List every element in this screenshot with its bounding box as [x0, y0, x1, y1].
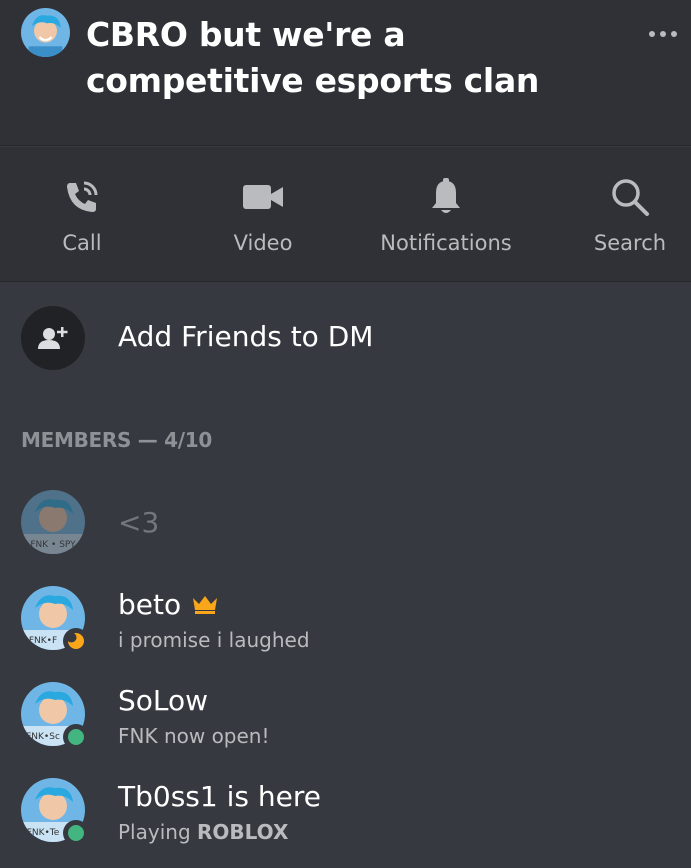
crown-icon	[191, 588, 219, 621]
online-status-indicator	[63, 724, 89, 750]
member-row[interactable]: FNK • SPY <3	[0, 490, 691, 580]
game-name: ROBLOX	[197, 820, 289, 844]
member-name: SoLow	[118, 684, 209, 717]
member-row[interactable]: FNK•Te Tb0ss1 is here Playing ROBLOX	[0, 778, 691, 868]
idle-status-indicator	[63, 628, 89, 654]
avatar-text: FNK • SPY	[30, 540, 76, 550]
video-label: Video	[233, 231, 293, 255]
action-bar: Call Video Notifications Search	[0, 147, 691, 282]
video-button[interactable]: Video	[183, 147, 343, 282]
notifications-button[interactable]: Notifications	[366, 147, 526, 282]
member-name: beto	[118, 588, 219, 621]
video-camera-icon	[241, 177, 285, 217]
member-name: Tb0ss1 is here	[118, 780, 321, 813]
member-activity: Playing ROBLOX	[118, 820, 289, 844]
notifications-label: Notifications	[380, 231, 512, 255]
search-icon	[608, 177, 652, 217]
search-button[interactable]: Search	[550, 147, 691, 282]
avatar: FNK • SPY	[21, 490, 85, 554]
channel-header: CBRO but we're a competitive esports cla…	[0, 0, 691, 146]
members-section-header: MEMBERS — 4/10	[21, 428, 212, 452]
add-user-icon	[21, 306, 85, 370]
more-horizontal-icon	[649, 31, 655, 37]
avatar: FNK•F	[21, 586, 89, 654]
group-avatar[interactable]	[21, 8, 70, 57]
phone-call-icon	[60, 177, 104, 217]
online-status-indicator	[63, 820, 89, 846]
avatar: FNK•Te	[21, 778, 89, 846]
channel-title: CBRO but we're a competitive esports cla…	[86, 15, 540, 100]
member-row[interactable]: FNK•F beto i promise i laughed	[0, 586, 691, 676]
member-row[interactable]: FNK•Sc SoLow FNK now open!	[0, 682, 691, 772]
add-friends-label: Add Friends to DM	[118, 320, 374, 353]
moon-icon	[68, 633, 84, 649]
bell-icon	[424, 177, 468, 217]
avatar-text: FNK•F	[29, 636, 57, 646]
call-label: Call	[62, 231, 102, 255]
call-button[interactable]: Call	[2, 147, 162, 282]
more-options-button[interactable]	[643, 20, 683, 48]
member-activity: FNK now open!	[118, 724, 270, 748]
avatar-text: FNK•Sc	[26, 732, 60, 742]
member-activity: i promise i laughed	[118, 628, 310, 652]
avatar-text: FNK•Te	[27, 828, 60, 838]
member-name: <3	[118, 506, 160, 539]
add-friends-to-dm-button[interactable]: Add Friends to DM	[0, 282, 691, 394]
search-label: Search	[593, 231, 667, 255]
avatar: FNK•Sc	[21, 682, 89, 750]
